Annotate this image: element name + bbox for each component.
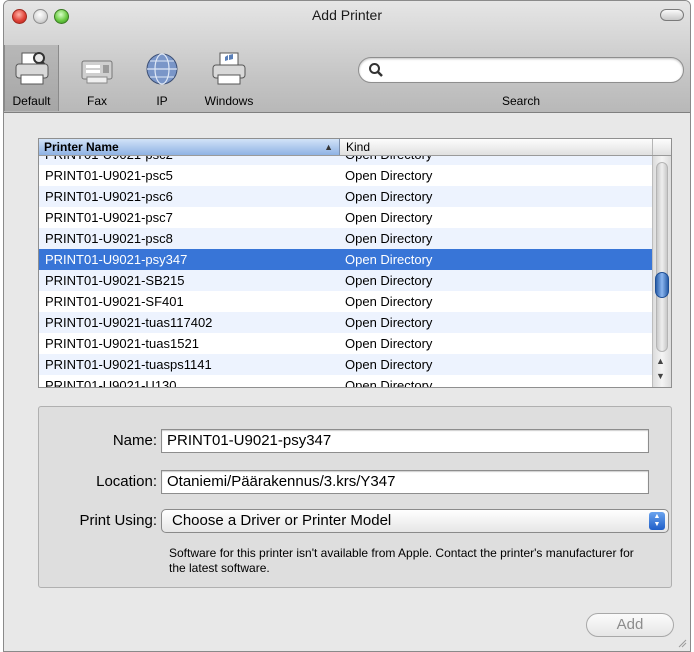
sort-ascending-icon: ▲ (324, 142, 333, 152)
print-using-label: Print Using: (79, 512, 157, 529)
table-row[interactable]: PRINT01-U9021-psc6 Open Directory (39, 186, 653, 207)
kind-cell: Open Directory (345, 252, 433, 267)
column-header-label: Printer Name (44, 140, 119, 154)
kind-cell: Open Directory (345, 315, 433, 330)
location-label: Location: (96, 473, 157, 490)
table-row[interactable]: PRINT01-U9021-psy347 Open Directory (39, 249, 653, 270)
printer-name-cell: PRINT01-U9021-tuas117402 (45, 315, 213, 330)
column-header-label: Kind (346, 140, 371, 154)
name-label: Name: (112, 432, 157, 449)
printer-list-table: Printer Name ▲ Kind PRINT01-U9021-psc2 Op… (38, 138, 672, 388)
toolbar-label: Default (12, 94, 51, 108)
toolbar-toggle-button[interactable] (660, 9, 684, 21)
search-input[interactable] (389, 61, 674, 79)
kind-cell: Open Directory (345, 357, 433, 372)
printer-name-cell: PRINT01-U9021-tuas1521 (45, 336, 199, 351)
toolbar-label: Fax (86, 94, 107, 108)
kind-cell: Open Directory (345, 294, 433, 309)
table-row[interactable]: PRINT01-U9021-psc7 Open Directory (39, 207, 653, 228)
table-row[interactable]: PRINT01-U9021-SF401 Open Directory (39, 291, 653, 312)
table-row[interactable]: PRINT01-U9021-U130 Open Directory (39, 375, 653, 388)
table-row[interactable]: PRINT01-U9021-psc8 Open Directory (39, 228, 653, 249)
table-body: PRINT01-U9021-psc2Open DirectoryPRINT01-… (39, 156, 653, 388)
toolbar-default-button[interactable]: Default (4, 45, 59, 111)
globe-icon (146, 53, 178, 85)
printer-name-cell: PRINT01-U9021-psc2 (45, 156, 173, 165)
kind-cell: Open Directory (345, 189, 433, 204)
toolbar-label: Windows (204, 94, 254, 108)
table-row[interactable]: PRINT01-U9021-tuas1521 Open Directory (39, 333, 653, 354)
printer-name-cell: PRINT01-U9021-tuasps1141 (45, 357, 212, 372)
location-field[interactable]: Otaniemi/Päärakennus/3.krs/Y347 (161, 470, 649, 494)
driver-note: Software for this printer isn't availabl… (169, 546, 634, 575)
kind-cell: Open Directory (345, 210, 433, 225)
printer-name-cell: PRINT01-U9021-psc5 (45, 168, 173, 183)
name-field[interactable]: PRINT01-U9021-psy347 (161, 429, 649, 453)
add-button[interactable]: Add (586, 613, 674, 637)
toolbar-ip-button[interactable]: IP (136, 45, 188, 111)
toolbar-fax-button[interactable]: Fax (71, 45, 123, 111)
table-row[interactable]: PRINT01-U9021-psc5 Open Directory (39, 165, 653, 186)
printer-name-cell: PRINT01-U9021-psc8 (45, 231, 173, 246)
printer-name-cell: PRINT01-U9021-psc7 (45, 210, 173, 225)
search-icon (369, 63, 383, 77)
kind-cell: Open Directory (345, 156, 432, 165)
toolbar-windows-button[interactable]: Windows (196, 45, 262, 111)
table-header: Printer Name ▲ Kind (39, 139, 671, 156)
kind-cell: Open Directory (345, 378, 433, 388)
printer-name-cell: PRINT01-U9021-psy347 (45, 252, 188, 267)
printer-name-cell: PRINT01-U9021-psc6 (45, 189, 173, 204)
column-header-printer-name[interactable]: Printer Name ▲ (39, 139, 340, 155)
scrollbar-track[interactable] (656, 162, 668, 352)
print-using-select[interactable]: Choose a Driver or Printer Model ▲ ▼ (161, 509, 669, 533)
toolbar: Add Printer Default Fax IP Windows Searc… (4, 1, 690, 113)
windows-printer-icon (212, 52, 246, 85)
column-header-kind[interactable]: Kind (341, 139, 653, 155)
table-row[interactable]: PRINT01-U9021-psc2 Open Directory (39, 156, 653, 165)
kind-cell: Open Directory (345, 336, 433, 351)
table-row[interactable]: PRINT01-U9021-tuas117402 Open Directory (39, 312, 653, 333)
printer-name-cell: PRINT01-U9021-SF401 (45, 294, 184, 309)
toolbar-label: IP (156, 94, 168, 108)
scroll-up-arrow-icon[interactable]: ▲ (656, 356, 665, 366)
add-printer-window: Add Printer Default Fax IP Windows Searc… (3, 0, 691, 652)
fax-icon (81, 60, 113, 84)
printer-name-cell: PRINT01-U9021-U130 (45, 378, 177, 388)
window-title: Add Printer (311, 7, 383, 23)
table-row[interactable]: PRINT01-U9021-tuasps1141 Open Directory (39, 354, 653, 375)
kind-cell: Open Directory (345, 231, 433, 246)
scrollbar-thumb[interactable] (655, 272, 669, 298)
select-arrows-icon: ▲ ▼ (649, 512, 665, 530)
printer-icon (15, 52, 48, 85)
resize-grip-icon[interactable] (677, 638, 687, 648)
table-row[interactable]: PRINT01-U9021-SB215 Open Directory (39, 270, 653, 291)
search-field[interactable] (358, 57, 684, 83)
printer-name-cell: PRINT01-U9021-SB215 (45, 273, 185, 288)
kind-cell: Open Directory (345, 168, 433, 183)
print-using-value: Choose a Driver or Printer Model (172, 512, 392, 529)
kind-cell: Open Directory (345, 273, 433, 288)
search-label: Search (502, 94, 541, 108)
scroll-down-arrow-icon[interactable]: ▼ (656, 371, 665, 381)
vertical-scrollbar[interactable]: ▲ ▼ (652, 156, 671, 387)
printer-details-panel: Name: PRINT01-U9021-psy347 Location: Ota… (38, 406, 672, 588)
